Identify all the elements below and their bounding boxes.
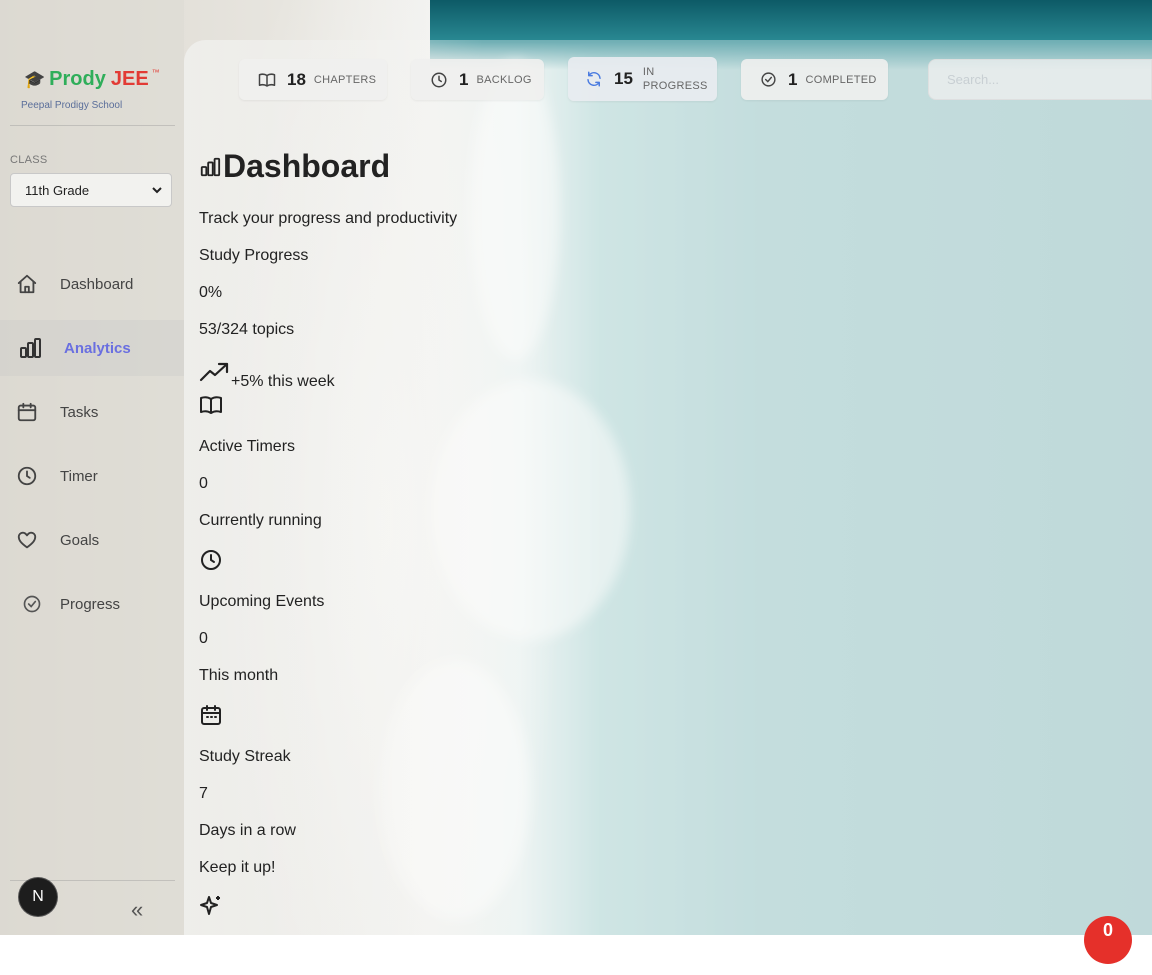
study-streak-label: Study Streak [199, 748, 291, 765]
school-name: Peepal Prodigy School [21, 100, 123, 111]
upcoming-events-value: 0 [199, 630, 208, 647]
sidebar-item-tasks[interactable]: Tasks [0, 384, 184, 440]
active-timers-label: Active Timers [199, 438, 296, 455]
stat-label: COMPLETED [805, 73, 877, 86]
clock-icon [431, 72, 447, 87]
bar-chart-icon [200, 157, 221, 176]
study-streak-note: Keep it up! [199, 859, 276, 876]
stat-label-line1: IN [642, 66, 655, 78]
study-progress-topics: 53/324 topics [199, 321, 295, 338]
sidebar-divider [10, 125, 175, 126]
stat-label: CHAPTERS [313, 73, 377, 86]
sidebar-item-label: Tasks [60, 403, 99, 421]
graduation-cap-icon: 🎓 [24, 69, 46, 89]
book-icon [200, 396, 222, 414]
check-circle-icon [23, 595, 41, 613]
stat-completed[interactable]: 1 COMPLETED [741, 59, 888, 100]
sparkles-icon [200, 896, 220, 915]
stat-chapters[interactable]: 18 CHAPTERS [239, 59, 387, 100]
chevron-down-icon [152, 187, 162, 194]
sidebar-item-label: Timer [60, 467, 98, 485]
sidebar-item-goals[interactable]: Goals [0, 512, 184, 568]
calendar-icon [17, 402, 37, 422]
study-streak-sub: Days in a row [199, 822, 296, 839]
stat-label: IN PROGRESS [643, 65, 708, 93]
study-progress-percent: 0% [199, 284, 223, 301]
sidebar-item-label: Dashboard [60, 275, 134, 293]
class-select[interactable]: 11th Grade [10, 173, 172, 207]
stat-value: 15 [614, 69, 633, 88]
stat-in-progress[interactable]: 15 IN PROGRESS [568, 57, 717, 101]
stat-value: 1 [788, 69, 798, 89]
active-timers-value: 0 [199, 475, 208, 492]
stat-label: BACKLOG [476, 73, 532, 86]
sidebar-item-progress[interactable]: Progress [0, 576, 184, 632]
bottom-strip [0, 935, 1152, 975]
page-title: Dashboard [223, 148, 391, 184]
clock-icon [17, 466, 37, 486]
trademark-mark: ™ [151, 68, 160, 77]
study-streak-value: 7 [199, 785, 208, 802]
stat-value: 18 [287, 69, 306, 89]
home-icon [17, 274, 37, 294]
class-label: CLASS [10, 154, 48, 166]
search-input[interactable] [928, 59, 1152, 100]
brand-name-part2: JEE [110, 68, 149, 90]
stat-label-line2: PROGRESS [642, 80, 708, 92]
bar-chart-icon [20, 338, 41, 358]
active-timers-sub: Currently running [199, 512, 322, 529]
brand-logo[interactable]: 🎓 Prody JEE ™ [24, 68, 160, 91]
book-icon [258, 73, 276, 87]
sidebar-item-label: Progress [60, 595, 121, 613]
class-select-value: 11th Grade [25, 182, 90, 198]
page-subtitle: Track your progress and productivity [199, 210, 458, 227]
refresh-icon [587, 71, 601, 87]
collapse-sidebar-button[interactable]: « [131, 897, 143, 923]
trending-up-icon [199, 362, 229, 382]
page-title-row: Dashboard [199, 148, 390, 185]
calendar-icon [201, 705, 221, 725]
sidebar-item-analytics[interactable]: Analytics [0, 320, 184, 376]
sidebar-item-label: Goals [60, 531, 100, 549]
notification-button[interactable]: 0 [1084, 916, 1132, 964]
study-progress-trend: +5% this week [231, 373, 335, 390]
brand-name-part1: Prody [49, 68, 106, 90]
stat-value: 1 [459, 69, 469, 89]
sidebar-item-timer[interactable]: Timer [0, 448, 184, 504]
upcoming-events-sub: This month [199, 667, 279, 684]
sidebar-item-label: Analytics [64, 339, 131, 357]
sidebar-item-dashboard[interactable]: Dashboard [0, 256, 184, 312]
heart-icon [17, 531, 37, 549]
check-circle-icon [761, 72, 776, 87]
upcoming-events-label: Upcoming Events [199, 593, 325, 610]
avatar[interactable]: N [19, 878, 57, 916]
clock-icon [201, 550, 221, 570]
stat-backlog[interactable]: 1 BACKLOG [411, 59, 544, 100]
study-progress-label: Study Progress [199, 247, 309, 264]
